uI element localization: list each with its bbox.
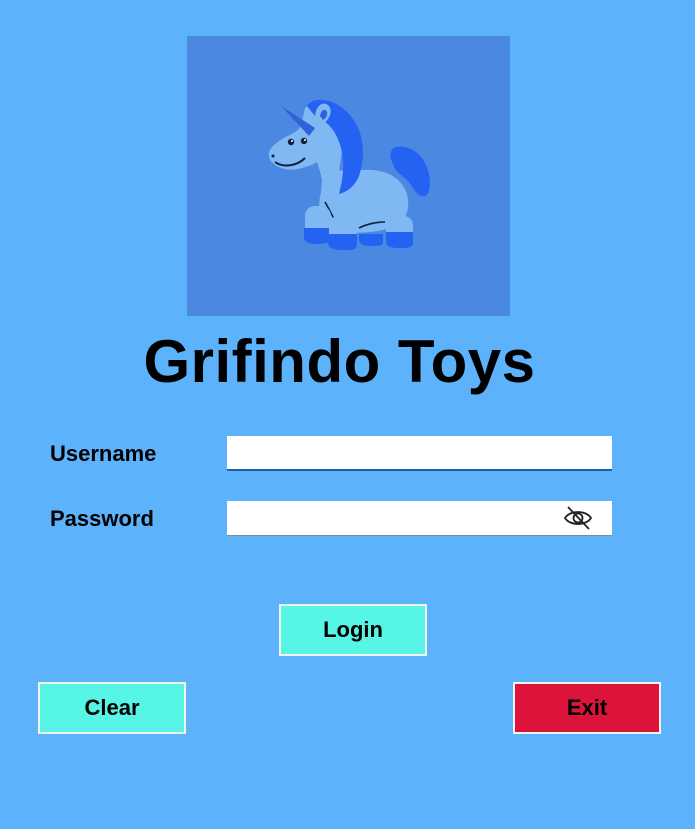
password-label: Password: [50, 506, 154, 531]
password-input[interactable]: [227, 501, 612, 536]
clear-button[interactable]: Clear: [38, 682, 186, 734]
password-visibility-toggle[interactable]: [562, 505, 594, 531]
app-title: Grifindo Toys: [143, 328, 536, 395]
login-button[interactable]: Login: [279, 604, 427, 656]
logo-panel: [187, 36, 510, 316]
username-label: Username: [50, 441, 157, 466]
unicorn-icon: [268, 99, 430, 250]
exit-button[interactable]: Exit: [513, 682, 661, 734]
eye-slash-icon: [563, 506, 593, 530]
username-input[interactable]: [227, 436, 612, 471]
